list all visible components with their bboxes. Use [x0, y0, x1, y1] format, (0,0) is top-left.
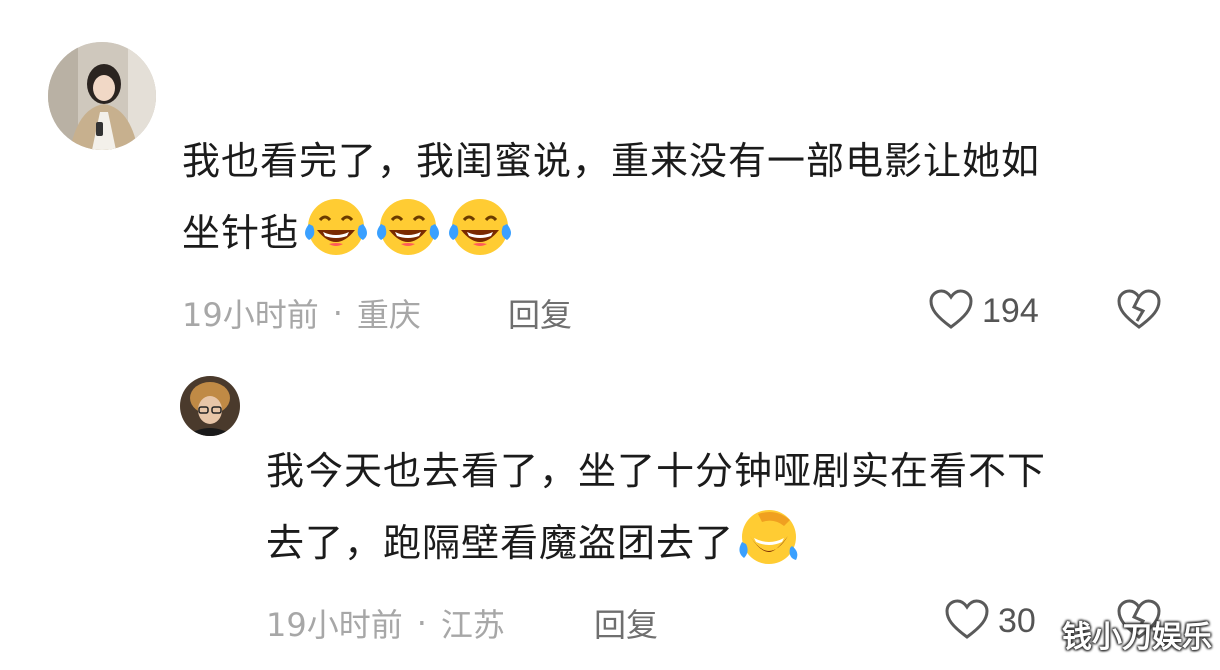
rolling-laugh-emoji [736, 506, 802, 590]
reply-button[interactable]: 回复 [508, 290, 572, 336]
comment-line: 坐针毡 [182, 211, 300, 255]
heart-outline-icon [944, 598, 990, 644]
comment-text: 我今天也去看了，坐了十分钟哑剧实在看不下 去了，跑隔壁看魔盗团去了 [266, 436, 1186, 590]
watermark: 钱小刀娱乐 [1062, 620, 1212, 655]
avatar[interactable] [180, 376, 240, 436]
like-count: 194 [982, 291, 1039, 330]
meta-separator: · [332, 294, 343, 332]
comment-line-with-emoji: 坐针毡 [182, 196, 1182, 280]
comment-line: 我也看完了，我闺蜜说，重来没有一部电影让她如 [182, 139, 1041, 183]
heart-outline-icon [928, 288, 974, 334]
laugh-cry-emoji [445, 196, 515, 280]
comment-section: 我也看完了，我闺蜜说，重来没有一部电影让她如 坐针毡 19小时前 · 重庆 回复… [0, 0, 1220, 670]
comment-meta: 19小时前 · 重庆 [182, 290, 421, 336]
comment-meta: 19小时前 · 江苏 [266, 600, 505, 646]
comment-line: 去了，跑隔壁看魔盗团去了 [266, 521, 735, 565]
comment-line-with-emoji: 去了，跑隔壁看魔盗团去了 [266, 506, 1186, 590]
comment-text: 我也看完了，我闺蜜说，重来没有一部电影让她如 坐针毡 [182, 126, 1182, 280]
location: 重庆 [356, 296, 421, 334]
meta-separator: · [416, 604, 427, 642]
timestamp: 19小时前 [182, 296, 319, 334]
like-button[interactable]: 30 [944, 598, 1036, 644]
reply-button[interactable]: 回复 [594, 600, 658, 646]
broken-heart-icon [1116, 289, 1162, 334]
location: 江苏 [440, 606, 505, 644]
avatar[interactable] [48, 42, 156, 150]
laugh-cry-emoji [373, 196, 443, 280]
like-button[interactable]: 194 [928, 288, 1039, 334]
like-count: 30 [998, 601, 1036, 640]
comment-line: 我今天也去看了，坐了十分钟哑剧实在看不下 [266, 449, 1047, 493]
laugh-cry-emoji [301, 196, 371, 280]
dislike-button[interactable] [1116, 288, 1162, 334]
timestamp: 19小时前 [266, 606, 403, 644]
